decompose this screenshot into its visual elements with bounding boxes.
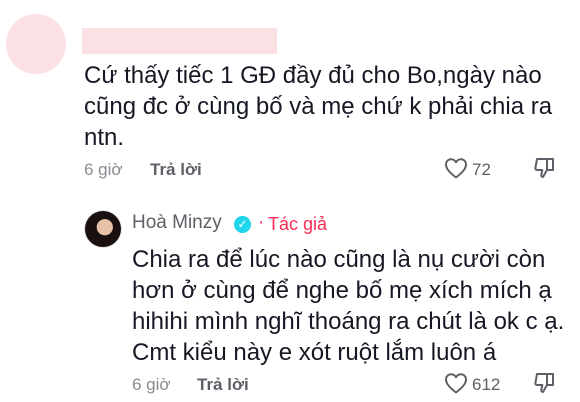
- author-name[interactable]: Hoà Minzy: [132, 212, 222, 234]
- author-avatar[interactable]: [84, 210, 122, 248]
- reply-button[interactable]: Trả lời: [150, 160, 202, 180]
- reply-button[interactable]: Trả lời: [197, 375, 249, 395]
- separator-dot: ·: [258, 212, 265, 233]
- heart-icon[interactable]: [444, 157, 468, 179]
- author-badge: Tác giả: [268, 214, 328, 234]
- comment-timestamp: 6 giờ: [84, 160, 123, 179]
- comment-text: Cứ thấy tiếc 1 GĐ đầy đủ cho Bo,ngày nào…: [84, 62, 553, 151]
- verified-check-icon: ✓: [234, 216, 251, 233]
- redacted-username[interactable]: [82, 28, 277, 54]
- redacted-avatar[interactable]: [6, 14, 66, 74]
- reply-text: Chia ra để lúc nào cũng là nụ cười còn h…: [132, 246, 565, 366]
- like-count: 612: [472, 375, 501, 394]
- heart-icon[interactable]: [444, 372, 468, 394]
- thumbs-down-icon[interactable]: [533, 156, 557, 180]
- like-count: 72: [472, 160, 491, 179]
- reply-timestamp: 6 giờ: [132, 375, 171, 394]
- thumbs-down-icon[interactable]: [533, 371, 557, 395]
